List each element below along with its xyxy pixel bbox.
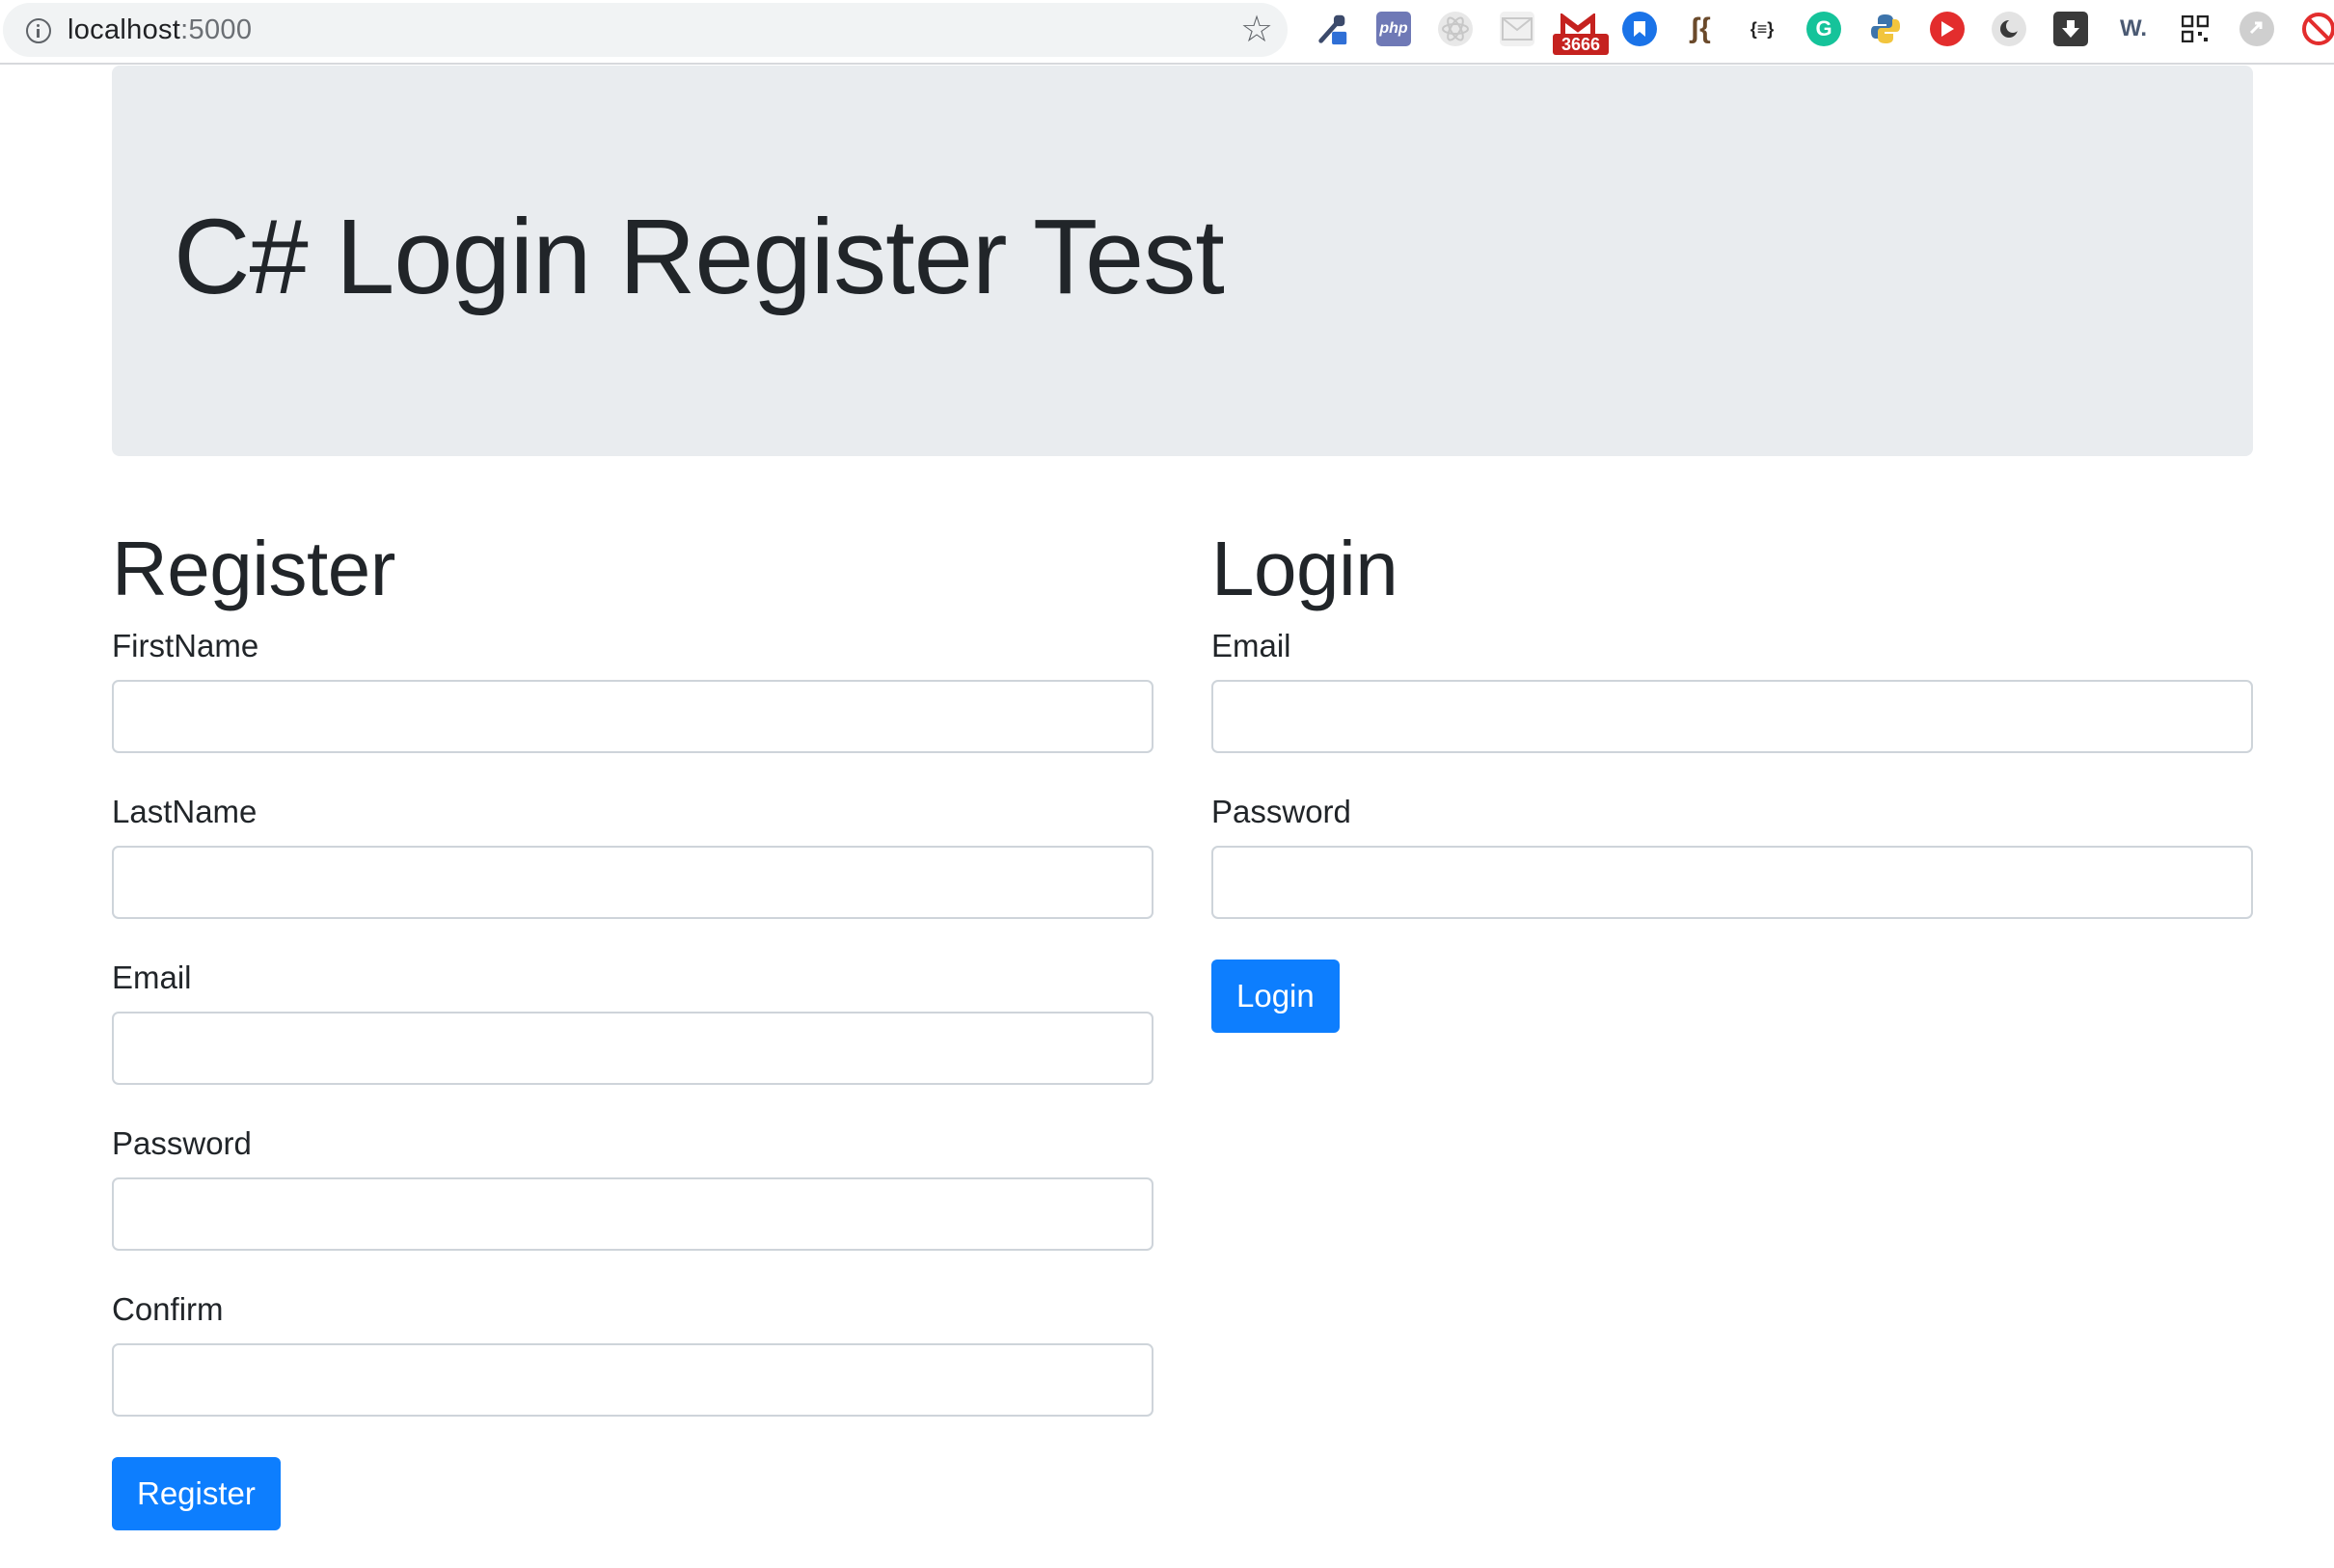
login-password-label: Password — [1211, 794, 1351, 829]
eyedropper-icon[interactable] — [1316, 12, 1350, 46]
site-info-icon[interactable] — [26, 18, 51, 43]
browser-toolbar: localhost:5000 ☆ php 3666 ʃ{ {≡} G W. — [0, 0, 2334, 65]
register-email-field-group: Email — [112, 959, 1153, 1124]
lastname-label: LastName — [112, 794, 258, 829]
block-icon[interactable] — [2301, 12, 2334, 46]
lastname-input[interactable] — [112, 846, 1153, 919]
register-form: Register FirstName LastName Email Passwo… — [112, 511, 1153, 1456]
register-password-label: Password — [112, 1125, 252, 1161]
youtube-icon[interactable] — [1930, 12, 1965, 46]
confirm-password-input[interactable] — [112, 1343, 1153, 1417]
login-heading: Login — [1211, 526, 1398, 611]
register-button[interactable]: Register — [112, 1457, 281, 1530]
login-email-label: Email — [1211, 628, 1291, 663]
json-icon[interactable]: {≡} — [1745, 12, 1779, 46]
url-text[interactable]: localhost:5000 — [68, 14, 252, 46]
register-password-field-group: Password — [112, 1124, 1153, 1290]
bookmark-star-icon[interactable]: ☆ — [1240, 11, 1273, 49]
login-email-field-group: Email — [1211, 627, 2253, 793]
extension-icon[interactable] — [2239, 12, 2274, 46]
login-form: Login Email Password — [1211, 511, 2253, 959]
gmail-unread-badge: 3666 — [1553, 34, 1609, 55]
python-icon[interactable] — [1868, 12, 1903, 46]
url-host: localhost — [68, 14, 181, 45]
register-email-label: Email — [112, 960, 192, 995]
login-password-input[interactable] — [1211, 846, 2253, 919]
wikipedia-icon[interactable]: W. — [2116, 12, 2151, 46]
firstname-label: FirstName — [112, 628, 259, 663]
register-heading: Register — [112, 526, 395, 611]
firstname-input[interactable] — [112, 680, 1153, 753]
php-icon[interactable]: php — [1376, 12, 1411, 46]
lastname-field-group: LastName — [112, 793, 1153, 959]
address-bar[interactable]: localhost:5000 ☆ — [3, 3, 1288, 57]
code-icon[interactable]: ʃ{ — [1683, 12, 1718, 46]
grammarly-icon[interactable]: G — [1806, 12, 1841, 46]
jumbotron-header: C# Login Register Test — [112, 66, 2253, 456]
dark-mode-icon[interactable] — [1992, 12, 2026, 46]
qr-code-icon[interactable] — [2178, 12, 2212, 46]
bookmark-icon[interactable] — [1622, 12, 1657, 46]
login-email-input[interactable] — [1211, 680, 2253, 753]
page-title: C# Login Register Test — [174, 198, 1225, 316]
login-button[interactable]: Login — [1211, 960, 1340, 1033]
firstname-field-group: FirstName — [112, 627, 1153, 793]
confirm-label: Confirm — [112, 1291, 224, 1327]
react-icon[interactable] — [1438, 12, 1473, 46]
register-password-input[interactable] — [112, 1177, 1153, 1251]
url-port: :5000 — [180, 14, 253, 45]
register-email-input[interactable] — [112, 1012, 1153, 1085]
download-icon[interactable] — [2053, 12, 2088, 46]
mail-icon[interactable] — [1500, 12, 1534, 46]
confirm-field-group: Confirm — [112, 1290, 1153, 1456]
login-password-field-group: Password — [1211, 793, 2253, 959]
